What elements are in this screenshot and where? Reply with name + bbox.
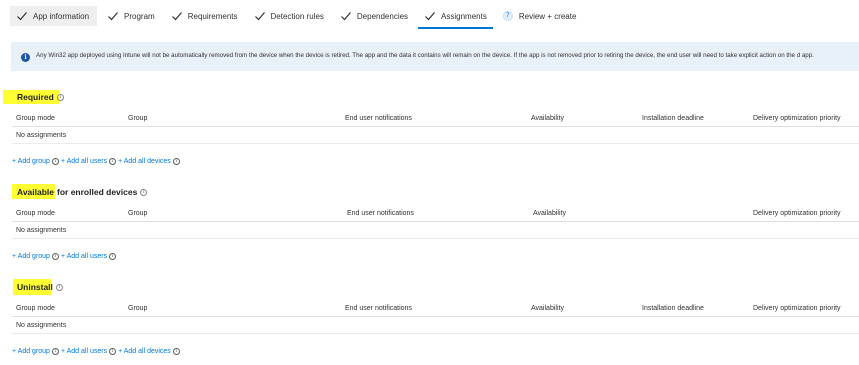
column-header[interactable]: Installation deadline: [642, 305, 704, 312]
column-header[interactable]: Group mode: [16, 305, 55, 312]
column-header[interactable]: End user notifications: [345, 115, 412, 122]
column-header[interactable]: Availability: [531, 115, 564, 122]
info-icon[interactable]: i: [51, 253, 59, 260]
link-label[interactable]: + Add group: [12, 348, 50, 355]
table-header: Group mode Group End user notifications …: [12, 207, 859, 222]
checkmark-icon: [340, 12, 351, 21]
table-header: Group mode Group End user notifications …: [12, 112, 859, 127]
step-requirements[interactable]: Requirements: [165, 6, 244, 26]
info-icon[interactable]: i: [172, 158, 180, 165]
wizard-steps: App information Program Requirements Det…: [10, 6, 586, 29]
link-label[interactable]: + Add group: [12, 158, 50, 165]
step-review-create[interactable]: 7 Review + create: [497, 6, 583, 26]
info-icon[interactable]: i: [51, 158, 59, 165]
table-row: No assignments: [12, 224, 859, 239]
section-title-text: Uninstall: [17, 282, 53, 292]
section-title-text: Required: [17, 92, 54, 102]
info-icon[interactable]: i: [109, 348, 117, 355]
column-header[interactable]: Delivery optimization priority: [753, 305, 841, 312]
checkmark-icon: [17, 12, 27, 21]
add-group-link[interactable]: + Add group i: [12, 253, 61, 260]
link-label[interactable]: + Add all users: [61, 253, 107, 260]
step-label: Program: [124, 11, 155, 21]
step-detection-rules[interactable]: Detection rules: [248, 6, 330, 26]
add-all-users-link[interactable]: + Add all users i: [61, 158, 118, 165]
add-group-link[interactable]: + Add group i: [12, 348, 61, 355]
banner-message: Any Win32 app deployed using Intune will…: [36, 52, 814, 59]
step-label: Assignments: [441, 11, 487, 21]
step-number-badge: 7: [502, 11, 513, 21]
table-header: Group mode Group End user notifications …: [12, 302, 859, 317]
section-title-text: Available: [17, 187, 55, 197]
empty-state-text: No assignments: [16, 322, 67, 329]
column-header[interactable]: End user notifications: [345, 305, 412, 312]
section-title-suffix: for enrolled devices: [57, 187, 138, 197]
info-icon[interactable]: i: [109, 158, 117, 165]
link-label[interactable]: + Add all users: [61, 348, 107, 355]
step-dependencies[interactable]: Dependencies: [334, 6, 414, 26]
checkmark-icon: [254, 12, 265, 21]
column-header[interactable]: Group mode: [16, 115, 55, 122]
step-label: Requirements: [187, 11, 238, 21]
empty-state-text: No assignments: [16, 132, 67, 139]
add-links: + Add group i + Add all users i + Add all …: [12, 158, 182, 165]
column-header[interactable]: Group: [128, 115, 147, 122]
empty-state-text: No assignments: [16, 227, 67, 234]
step-label: Review + create: [518, 11, 577, 21]
checkmark-icon: [171, 12, 182, 21]
column-header[interactable]: Availability: [531, 305, 564, 312]
link-label[interactable]: + Add group: [12, 253, 50, 260]
info-icon[interactable]: i: [109, 253, 117, 260]
link-label[interactable]: + Add all users: [61, 158, 107, 165]
column-header[interactable]: Delivery optimization priority: [753, 115, 841, 122]
table-row: No assignments: [12, 129, 859, 144]
add-links: + Add group i + Add all users i: [12, 253, 118, 260]
table-row: No assignments: [12, 319, 859, 334]
column-header[interactable]: Availability: [533, 210, 566, 217]
link-label[interactable]: + Add all devices: [118, 158, 171, 165]
add-links: + Add group i + Add all users i + Add all …: [12, 348, 182, 355]
checkmark-icon: [425, 12, 436, 21]
column-header[interactable]: Group mode: [16, 210, 55, 217]
section-title-available: Available for enrolled devices i: [17, 187, 148, 197]
add-all-users-link[interactable]: + Add all users i: [61, 348, 118, 355]
link-label[interactable]: + Add all devices: [118, 348, 171, 355]
add-all-devices-link[interactable]: + Add all devices i: [118, 348, 182, 355]
step-program[interactable]: Program: [101, 6, 161, 26]
info-icon[interactable]: i: [55, 283, 63, 291]
add-all-devices-link[interactable]: + Add all devices i: [118, 158, 182, 165]
section-title-required: Required i: [17, 92, 64, 102]
info-icon: i: [21, 53, 30, 62]
checkmark-icon: [108, 12, 118, 21]
info-icon[interactable]: i: [172, 348, 180, 355]
column-header[interactable]: Group: [128, 210, 147, 217]
info-icon[interactable]: i: [51, 348, 59, 355]
step-label: App information: [33, 11, 90, 21]
add-all-users-link[interactable]: + Add all users i: [61, 253, 118, 260]
step-assignments[interactable]: Assignments: [418, 6, 493, 29]
column-header[interactable]: Delivery optimization priority: [753, 210, 841, 217]
step-label: Detection rules: [270, 11, 324, 21]
step-label: Dependencies: [356, 11, 409, 21]
info-banner: i Any Win32 app deployed using Intune wi…: [11, 42, 859, 71]
column-header[interactable]: Group: [128, 305, 147, 312]
info-icon[interactable]: i: [56, 93, 64, 101]
column-header[interactable]: Installation deadline: [642, 115, 704, 122]
add-group-link[interactable]: + Add group i: [12, 158, 61, 165]
section-title-uninstall: Uninstall i: [17, 282, 63, 292]
info-icon[interactable]: i: [140, 188, 148, 196]
column-header[interactable]: End user notifications: [347, 210, 414, 217]
step-app-information[interactable]: App information: [10, 6, 98, 26]
